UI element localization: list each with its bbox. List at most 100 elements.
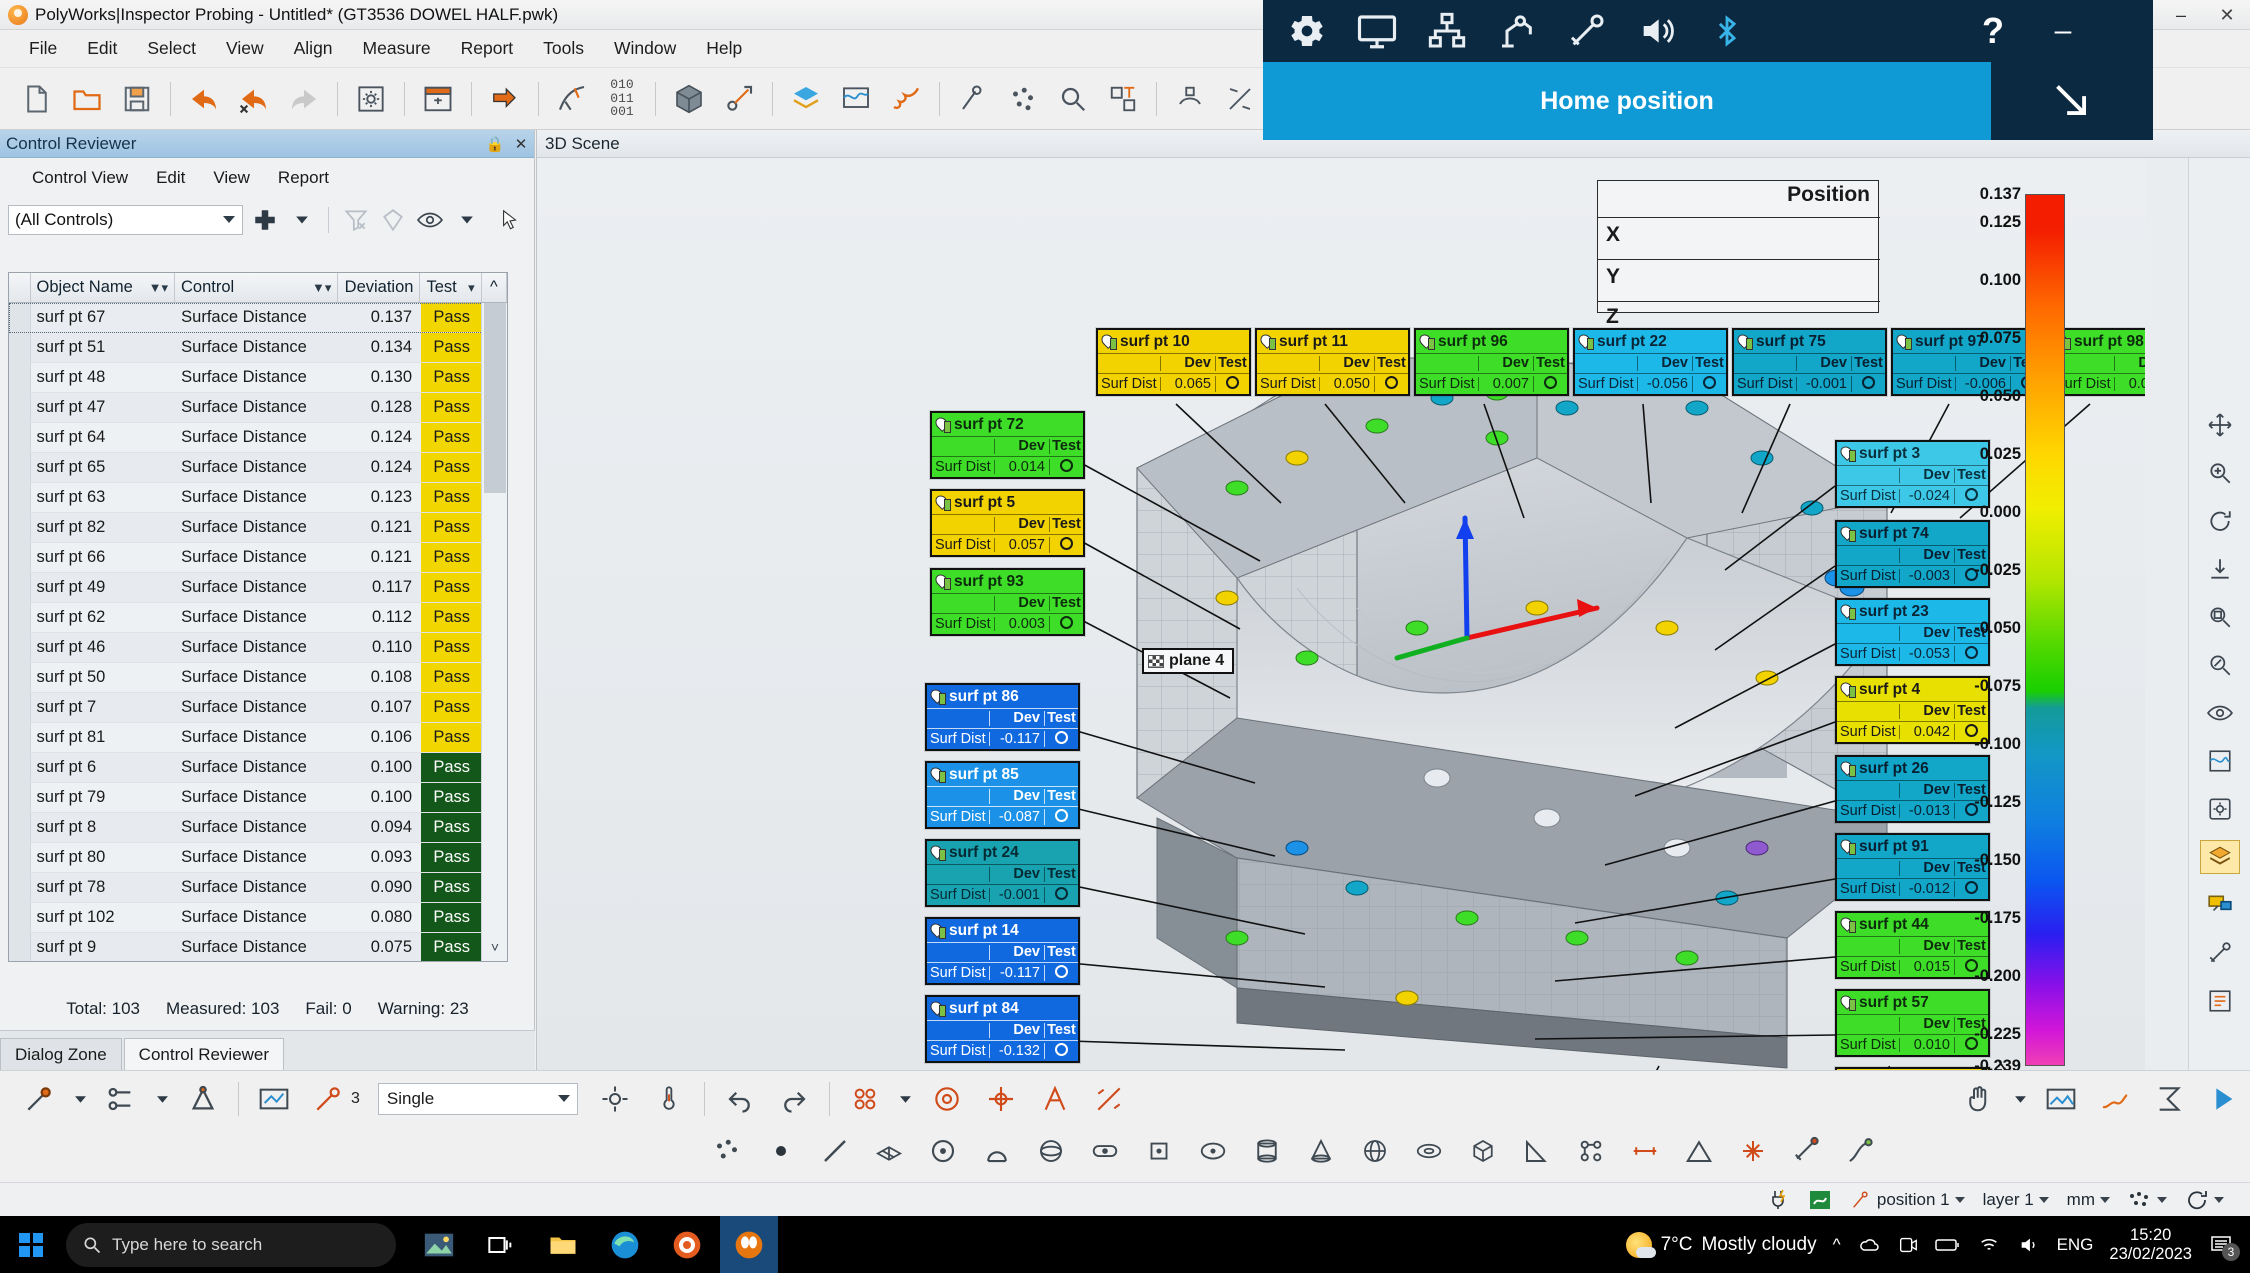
circle-primitive-icon[interactable]: [921, 1129, 965, 1173]
units-selector[interactable]: mm: [2061, 1190, 2116, 1210]
table-row[interactable]: surf pt 64Surface Distance0.124Pass: [9, 423, 507, 453]
table-row[interactable]: surf pt 8Surface Distance0.094Pass: [9, 813, 507, 843]
table-row[interactable]: surf pt 48Surface Distance0.130Pass: [9, 363, 507, 393]
zoom-region-icon[interactable]: [2200, 648, 2240, 682]
point-primitive-icon[interactable]: [759, 1129, 803, 1173]
cr-menu-view[interactable]: View: [199, 165, 264, 191]
feature-group-icon[interactable]: [1569, 1129, 1613, 1173]
table-row[interactable]: surf pt 50Surface Distance0.108Pass: [9, 663, 507, 693]
taskbar-taskview-icon[interactable]: [472, 1216, 530, 1273]
filter-icon-object-name[interactable]: ▼▾: [149, 280, 168, 296]
callout-surf-pt-72[interactable]: surf pt 72DevTestSurf Dist0.014: [930, 411, 1085, 479]
callout-surf-pt-24[interactable]: surf pt 24DevTestSurf Dist-0.001: [925, 839, 1080, 907]
redo-icon[interactable]: [282, 77, 326, 121]
undo-probe-icon[interactable]: [718, 1077, 762, 1121]
scan-view-icon[interactable]: [252, 1077, 296, 1121]
open-file-icon[interactable]: [65, 77, 109, 121]
color-map-toggle-icon[interactable]: [2200, 744, 2240, 778]
scroll-up-arrow-icon[interactable]: ^: [482, 273, 507, 302]
rotate-tool-icon[interactable]: [2200, 504, 2240, 538]
diamond-filter-icon[interactable]: [377, 205, 408, 235]
move-tool-icon[interactable]: [2200, 408, 2240, 442]
table-row[interactable]: surf pt 49Surface Distance0.117Pass: [9, 573, 507, 603]
table-row[interactable]: surf pt 6Surface Distance0.100Pass: [9, 753, 507, 783]
polygon-primitive-icon[interactable]: [1137, 1129, 1181, 1173]
tray-language[interactable]: ENG: [2057, 1235, 2094, 1255]
cylinder-primitive-icon[interactable]: [1245, 1129, 1289, 1173]
menu-edit[interactable]: Edit: [72, 34, 132, 63]
scrollbar-thumb[interactable]: [484, 303, 506, 493]
taskbar-polyworks-active-icon[interactable]: [720, 1216, 778, 1273]
scroll-down-arrow-icon[interactable]: ˅: [482, 939, 508, 955]
probe-config-dropdown-icon[interactable]: [153, 1077, 171, 1121]
thermometer-icon[interactable]: [647, 1077, 691, 1121]
tray-wifi-icon[interactable]: [1977, 1234, 2001, 1256]
table-row[interactable]: surf pt 82Surface Distance0.121Pass: [9, 513, 507, 543]
align-pair-icon[interactable]: [1033, 1077, 1077, 1121]
cross-target-icon[interactable]: [979, 1077, 1023, 1121]
start-button[interactable]: [0, 1216, 62, 1273]
pin-icon[interactable]: 🔒: [482, 135, 508, 153]
point-cloud-primitive-icon[interactable]: [705, 1129, 749, 1173]
menu-window[interactable]: Window: [599, 34, 691, 63]
tray-battery-icon[interactable]: [1935, 1235, 1961, 1255]
callout-surf-pt-5[interactable]: surf pt 5DevTestSurf Dist0.057: [930, 489, 1085, 557]
probe-calibration-icon[interactable]: [593, 1077, 637, 1121]
probe-tip-icon[interactable]: [181, 1077, 225, 1121]
undo-icon[interactable]: [182, 77, 226, 121]
settings-gear-icon[interactable]: [349, 77, 393, 121]
measure-pin-icon[interactable]: [951, 77, 995, 121]
callout-surf-pt-93[interactable]: surf pt 93DevTestSurf Dist0.003: [930, 568, 1085, 636]
target-rings-icon[interactable]: [843, 1077, 887, 1121]
align-icon[interactable]: [1218, 77, 1262, 121]
trajectory-icon[interactable]: [550, 77, 594, 121]
new-file-icon[interactable]: [15, 77, 59, 121]
callout-surf-pt-84[interactable]: surf pt 84DevTestSurf Dist-0.132: [925, 995, 1080, 1063]
annotation-toggle-icon[interactable]: [2200, 888, 2240, 922]
visibility-eye-icon[interactable]: [415, 205, 446, 235]
save-icon[interactable]: [115, 77, 159, 121]
callout-surf-pt-26[interactable]: surf pt 26DevTestSurf Dist-0.013: [1835, 755, 1990, 823]
callout-surf-pt-11[interactable]: surf pt 11DevTestSurf Dist0.050: [1255, 328, 1410, 396]
cr-menu-edit[interactable]: Edit: [142, 165, 199, 191]
angle-dim-icon[interactable]: [1677, 1129, 1721, 1173]
hand-pan-dropdown-icon[interactable]: [2011, 1077, 2029, 1121]
menu-file[interactable]: File: [14, 34, 72, 63]
layer-selector[interactable]: layer 1: [1977, 1190, 2055, 1210]
taskbar-explorer-icon[interactable]: [534, 1216, 592, 1273]
plane-primitive-icon[interactable]: [867, 1129, 911, 1173]
menu-view[interactable]: View: [211, 34, 279, 63]
report-tool-icon[interactable]: [2200, 984, 2240, 1018]
table-row[interactable]: surf pt 66Surface Distance0.121Pass: [9, 543, 507, 573]
undo-all-icon[interactable]: [232, 77, 276, 121]
brush-icon[interactable]: [884, 77, 928, 121]
clear-filter-icon[interactable]: [340, 205, 371, 235]
add-control-dropdown-icon[interactable]: [286, 205, 317, 235]
th-control[interactable]: Control ▼▾: [175, 273, 338, 302]
notification-center-icon[interactable]: 3: [2208, 1233, 2234, 1257]
distance-dim-icon[interactable]: [1623, 1129, 1667, 1173]
export-arrow-icon[interactable]: [483, 77, 527, 121]
table-row[interactable]: surf pt 80Surface Distance0.093Pass: [9, 843, 507, 873]
torus-primitive-icon[interactable]: [1407, 1129, 1451, 1173]
slot-primitive-icon[interactable]: [1083, 1129, 1127, 1173]
tray-onedrive-icon[interactable]: [1857, 1233, 1881, 1257]
align-best-fit-icon[interactable]: [1087, 1077, 1131, 1121]
table-row[interactable]: surf pt 81Surface Distance0.106Pass: [9, 723, 507, 753]
angle-primitive-icon[interactable]: [1515, 1129, 1559, 1173]
help-button[interactable]: ?: [1963, 0, 2023, 62]
tab-control-reviewer[interactable]: Control Reviewer: [124, 1038, 284, 1070]
gear-icon[interactable]: [1285, 9, 1329, 53]
callout-surf-pt-75[interactable]: surf pt 75DevTestSurf Dist-0.001: [1732, 328, 1887, 396]
table-row[interactable]: surf pt 63Surface Distance0.123Pass: [9, 483, 507, 513]
home-position-button[interactable]: Home position: [1263, 62, 1991, 140]
table-row[interactable]: surf pt 62Surface Distance0.112Pass: [9, 603, 507, 633]
report-export-icon[interactable]: [2093, 1077, 2137, 1121]
menu-tools[interactable]: Tools: [528, 34, 599, 63]
menu-help[interactable]: Help: [691, 34, 757, 63]
controls-table-body[interactable]: surf pt 67Surface Distance0.137Passsurf …: [9, 303, 507, 962]
th-object-name[interactable]: Object Name ▼▾: [31, 273, 175, 302]
callout-surf-pt-96[interactable]: surf pt 96DevTestSurf Dist0.007: [1414, 328, 1569, 396]
measure-feature-icon[interactable]: [1785, 1129, 1829, 1173]
grid-select-icon[interactable]: [1101, 77, 1145, 121]
